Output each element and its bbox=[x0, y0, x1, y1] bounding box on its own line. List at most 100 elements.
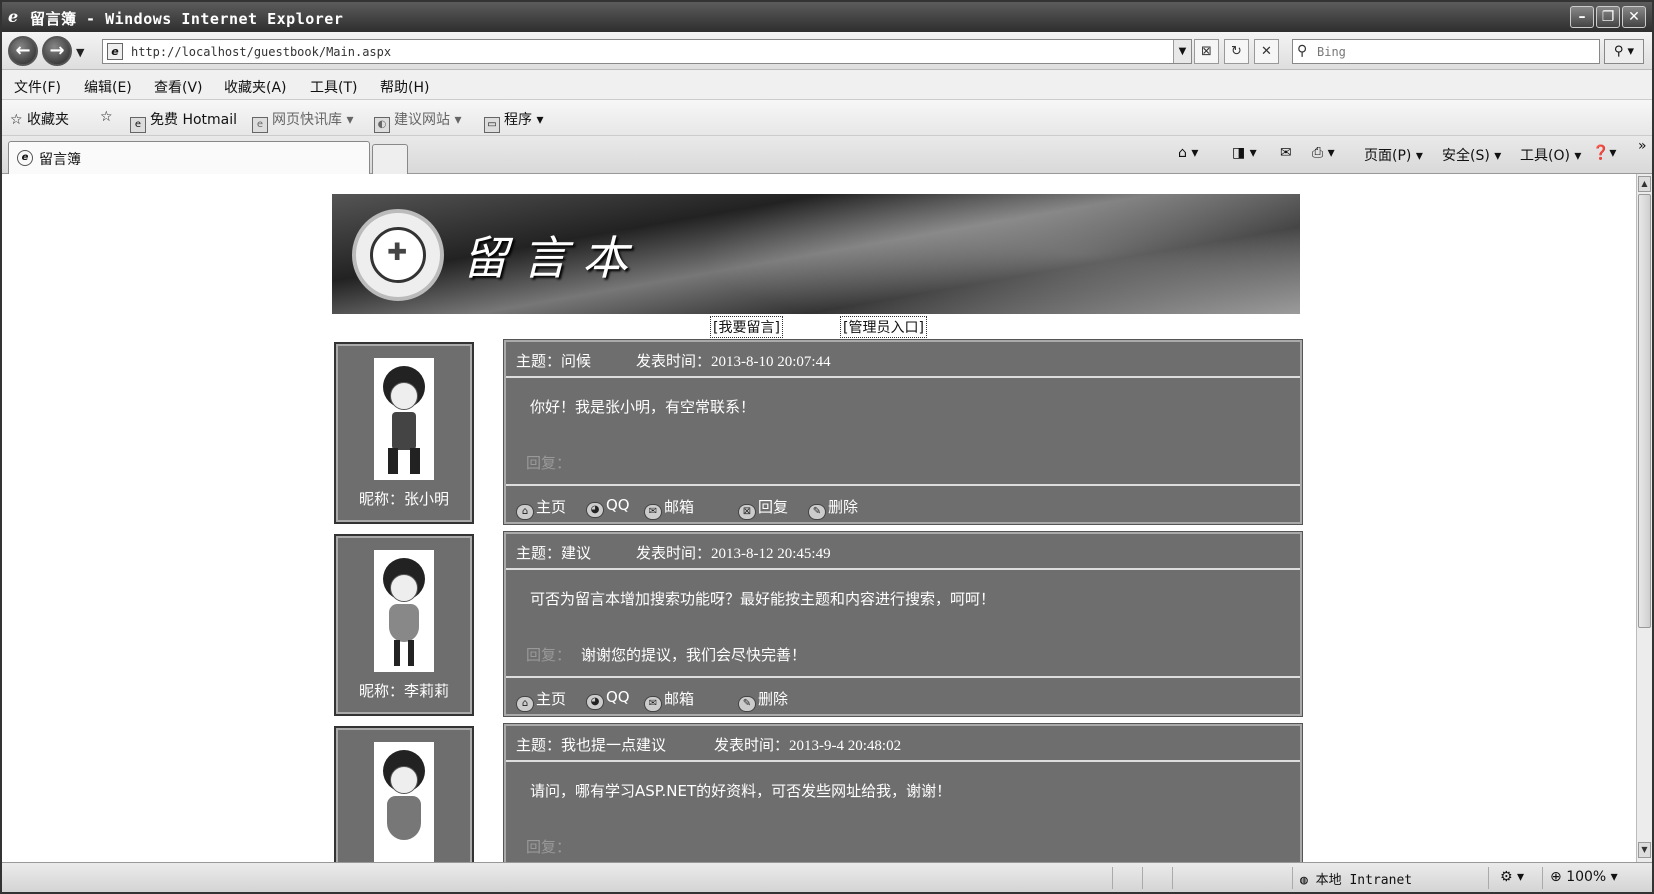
status-divider bbox=[1172, 867, 1173, 889]
refresh-button[interactable]: ↻ bbox=[1224, 39, 1249, 64]
home-icon: ⌂ bbox=[516, 504, 534, 520]
qq-label: QQ bbox=[606, 496, 630, 514]
home-link[interactable]: ⌂ 主页 bbox=[516, 496, 566, 520]
fav-item-hotmail[interactable]: e 免费 Hotmail bbox=[130, 109, 237, 133]
menu-file[interactable]: 文件(F) bbox=[14, 77, 61, 97]
fav-item-label: 免费 Hotmail bbox=[150, 112, 238, 128]
qq-label: QQ bbox=[606, 688, 630, 706]
help-icon[interactable]: ❓▾ bbox=[1592, 145, 1616, 161]
menu-view[interactable]: 查看(V) bbox=[154, 77, 203, 97]
tab-row: e 留言簿 ⌂ ▾ ◨ ▾ ✉ ⎙ ▾ 页面(P) ▾ 安全(S) ▾ 工具(O… bbox=[2, 136, 1652, 174]
minimize-button[interactable]: – bbox=[1570, 6, 1594, 28]
status-divider bbox=[1292, 867, 1293, 889]
menu-edit[interactable]: 编辑(E) bbox=[84, 77, 132, 97]
fav-item-web-slice[interactable]: e 网页快讯库 ▾ bbox=[252, 109, 353, 133]
message-post: 昵称：张小明 主题：问候 发表时间：2013-8-10 20:07:44 你好！… bbox=[332, 340, 1302, 524]
message-post: 昵称：李莉莉 主题：建议 发表时间：2013-8-12 20:45:49 可否为… bbox=[332, 532, 1302, 716]
user-profile: 昵称：李莉莉 bbox=[334, 534, 474, 716]
reply-link-label: 回复 bbox=[758, 498, 789, 516]
address-dropdown-icon[interactable]: ▼ bbox=[1173, 40, 1191, 63]
new-tab-button[interactable] bbox=[372, 144, 408, 174]
message-box: 主题：我也提一点建议 发表时间：2013-9-4 20:48:02 请问，哪有学… bbox=[504, 724, 1302, 862]
tab-label: 留言簿 bbox=[39, 152, 81, 168]
more-chevron-icon[interactable]: » bbox=[1638, 138, 1647, 154]
read-mail-icon[interactable]: ✉ bbox=[1280, 145, 1292, 161]
favorites-label: 收藏夹 bbox=[27, 112, 70, 128]
page-menu[interactable]: 页面(P) ▾ bbox=[1364, 145, 1423, 165]
qq-link[interactable]: ◕ QQ bbox=[586, 688, 630, 710]
menu-favorites[interactable]: 收藏夹(A) bbox=[224, 77, 287, 97]
avatar bbox=[374, 550, 434, 672]
ie-logo-icon: e bbox=[8, 7, 19, 26]
qq-penguin-icon: ◕ bbox=[586, 694, 604, 710]
subject-value: 建议 bbox=[561, 544, 592, 562]
star-icon: ☆ bbox=[10, 112, 23, 128]
search-button[interactable]: ⚲ ▾ bbox=[1604, 39, 1644, 64]
menu-tools[interactable]: 工具(T) bbox=[310, 77, 357, 97]
address-field[interactable]: e http://localhost/guestbook/Main.aspx ▼ bbox=[102, 39, 1192, 64]
home-label: 主页 bbox=[536, 690, 567, 708]
scroll-down-icon[interactable]: ▼ bbox=[1638, 842, 1651, 858]
message-footer: ⌂ 主页 ◕ QQ ✉ 邮箱 ⊠ 回复 ✎ 删除 bbox=[506, 484, 1300, 524]
status-divider bbox=[1488, 867, 1489, 889]
post-time: 发表时间：2013-8-12 20:45:49 bbox=[636, 542, 831, 563]
zoom-control[interactable]: ⊕ 100% ▾ bbox=[1550, 869, 1618, 885]
print-icon[interactable]: ⎙ ▾ bbox=[1312, 145, 1335, 161]
scroll-thumb[interactable] bbox=[1638, 194, 1651, 628]
scroll-up-icon[interactable]: ▲ bbox=[1638, 176, 1651, 192]
forward-button[interactable]: → bbox=[42, 36, 72, 66]
mail-link[interactable]: ✉ 邮箱 bbox=[644, 688, 694, 712]
post-message-link[interactable]: [我要留言] bbox=[710, 316, 783, 338]
restore-button[interactable]: ❐ bbox=[1596, 6, 1620, 28]
back-button[interactable]: ← bbox=[8, 36, 38, 66]
reply-link[interactable]: ⊠ 回复 bbox=[738, 496, 788, 520]
tab-guestbook[interactable]: e 留言簿 bbox=[8, 141, 370, 174]
mail-icon: ✉ bbox=[644, 504, 662, 520]
message-box: 主题：建议 发表时间：2013-8-12 20:45:49 可否为留言本增加搜索… bbox=[504, 532, 1302, 716]
fav-item-suggested-sites[interactable]: ◐ 建议网站 ▾ bbox=[374, 109, 461, 133]
time-label: 发表时间： bbox=[714, 736, 790, 754]
fav-item-programs[interactable]: ▭ 程序 ▾ bbox=[484, 109, 543, 133]
compatibility-view-button[interactable]: ⊠ bbox=[1194, 39, 1219, 64]
message-content: 可否为留言本增加搜索功能呀？最好能按主题和内容进行搜索，呵呵！ bbox=[530, 590, 996, 608]
delete-icon: ✎ bbox=[808, 504, 826, 520]
vertical-scrollbar[interactable]: ▲ ▼ bbox=[1636, 174, 1652, 862]
delete-link[interactable]: ✎ 删除 bbox=[808, 496, 858, 520]
status-divider bbox=[1542, 867, 1543, 889]
mail-label: 邮箱 bbox=[664, 690, 695, 708]
home-label: 主页 bbox=[536, 498, 567, 516]
mail-label: 邮箱 bbox=[664, 498, 695, 516]
search-input[interactable]: ⚲ Bing bbox=[1292, 39, 1600, 64]
fav-item-label: 程序 ▾ bbox=[504, 112, 544, 128]
close-button[interactable]: ✕ bbox=[1622, 6, 1646, 28]
admin-entry-link[interactable]: [管理员入口] bbox=[840, 316, 927, 338]
history-dropdown-icon[interactable]: ▼ bbox=[76, 46, 84, 59]
stop-button[interactable]: ✕ bbox=[1254, 39, 1279, 64]
reply-row: 回复： bbox=[526, 836, 581, 857]
tools-menu[interactable]: 工具(O) ▾ bbox=[1520, 145, 1581, 165]
search-placeholder: Bing bbox=[1317, 45, 1346, 59]
security-zone[interactable]: ◍ 本地 Intranet bbox=[1300, 869, 1412, 888]
reply-row: 回复： 谢谢您的提议，我们会尽快完善！ bbox=[526, 644, 806, 665]
menu-help[interactable]: 帮助(H) bbox=[380, 77, 429, 97]
subject: 主题：问候 bbox=[516, 350, 591, 371]
mail-link[interactable]: ✉ 邮箱 bbox=[644, 496, 694, 520]
subject-label: 主题： bbox=[516, 544, 562, 562]
safety-menu[interactable]: 安全(S) ▾ bbox=[1442, 145, 1501, 165]
search-icon: ⚲ bbox=[1297, 43, 1308, 59]
home-link[interactable]: ⌂ 主页 bbox=[516, 688, 566, 712]
home-icon: ⌂ bbox=[516, 696, 534, 712]
zone-label: 本地 Intranet bbox=[1315, 873, 1413, 888]
reply-row: 回复： bbox=[526, 452, 581, 473]
feeds-icon[interactable]: ◨ ▾ bbox=[1232, 145, 1257, 161]
delete-link[interactable]: ✎ 删除 bbox=[738, 688, 788, 712]
time-value: 2013-8-12 20:45:49 bbox=[711, 546, 831, 562]
protected-mode-icon[interactable]: ⚙ ▾ bbox=[1500, 869, 1524, 885]
qq-link[interactable]: ◕ QQ bbox=[586, 496, 630, 518]
add-favorite-icon[interactable]: ☆ bbox=[100, 109, 113, 125]
favorites-button[interactable]: ☆ 收藏夹 bbox=[10, 109, 69, 129]
subject-label: 主题： bbox=[516, 352, 562, 370]
fav-item-label: 网页快讯库 ▾ bbox=[272, 112, 354, 128]
delete-label: 删除 bbox=[828, 498, 859, 516]
home-icon[interactable]: ⌂ ▾ bbox=[1178, 145, 1198, 161]
